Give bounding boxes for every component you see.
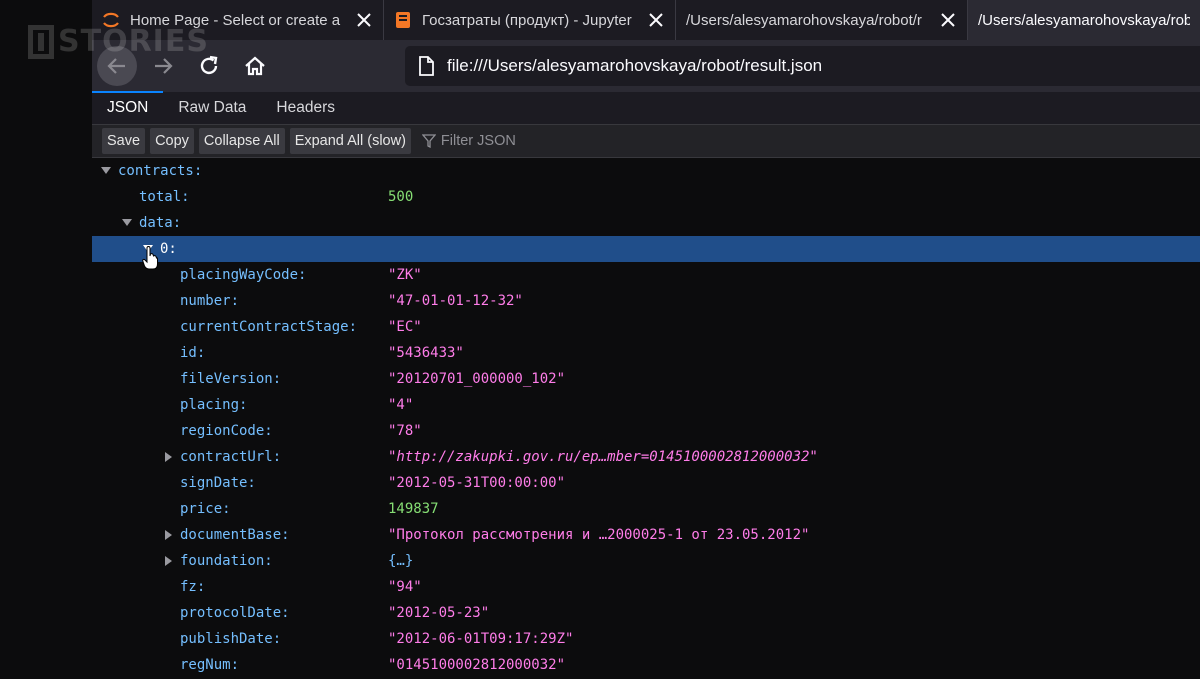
json-value: "5436433" — [388, 345, 464, 361]
tree-row-contract-url[interactable]: contractUrl: "http://zakupki.gov.ru/ep…mb… — [92, 444, 1200, 470]
json-viewer-tabs: JSON Raw Data Headers — [92, 91, 1200, 125]
json-key: number: — [180, 293, 240, 309]
tree-row-placing-way-code[interactable]: placingWayCode: "ZK" — [92, 262, 1200, 288]
expand-all-button[interactable]: Expand All (slow) — [289, 128, 411, 154]
navigation-toolbar: file:///Users/alesyamarohovskaya/robot/r… — [92, 40, 1200, 92]
copy-button[interactable]: Copy — [150, 128, 194, 154]
json-key: documentBase: — [180, 527, 290, 543]
collapsed-twisty-icon[interactable] — [164, 452, 174, 462]
home-icon — [245, 56, 265, 76]
json-tree: contracts: total: 500 data: 0: placingWa… — [92, 158, 1200, 679]
expanded-twisty-icon[interactable] — [101, 166, 111, 176]
istories-watermark: STORIES — [28, 24, 209, 59]
tab-title: Госзатраты (продукт) - Jupyter — [422, 11, 632, 29]
tree-row-file-version[interactable]: fileVersion: "20120701_000000_102" — [92, 366, 1200, 392]
json-key: currentContractStage: — [180, 319, 358, 335]
tree-row-id[interactable]: id: "5436433" — [92, 340, 1200, 366]
home-button[interactable] — [235, 46, 275, 86]
tree-row-fz[interactable]: fz: "94" — [92, 574, 1200, 600]
tree-row-current-contract-stage[interactable]: currentContractStage: "EC" — [92, 314, 1200, 340]
json-value: "http://zakupki.gov.ru/ep…mber=014510000… — [388, 449, 818, 465]
video-left-margin — [0, 0, 92, 679]
json-value: "2012-06-01T09:17:29Z" — [388, 631, 574, 647]
json-key: fz: — [180, 579, 206, 595]
json-key: signDate: — [180, 475, 256, 491]
url-text: file:///Users/alesyamarohovskaya/robot/r… — [447, 56, 823, 75]
tab-result-json-1[interactable]: /Users/alesyamarohovskaya/robot/r — [676, 0, 968, 40]
tab-result-json-active[interactable]: /Users/alesyamarohovskaya/robo — [968, 0, 1200, 40]
json-value: "ZK" — [388, 267, 422, 283]
json-value: 500 — [388, 189, 414, 205]
json-key: regNum: — [180, 657, 240, 673]
json-value: "0145100002812000032" — [388, 657, 566, 673]
filter-icon — [421, 134, 436, 148]
json-key: publishDate: — [180, 631, 282, 647]
tree-row-protocol-date[interactable]: protocolDate: "2012-05-23" — [92, 600, 1200, 626]
json-toolbar: Save Copy Collapse All Expand All (slow)… — [92, 125, 1200, 158]
json-key: price: — [180, 501, 231, 517]
json-key: contracts: — [118, 163, 203, 179]
tab-raw-data[interactable]: Raw Data — [163, 91, 261, 124]
tree-row-publish-date[interactable]: publishDate: "2012-06-01T09:17:29Z" — [92, 626, 1200, 652]
json-value: "4" — [388, 397, 414, 413]
tree-row-document-base[interactable]: documentBase: "Протокол рассмотрения и …2… — [92, 522, 1200, 548]
watermark-text: STORIES — [58, 24, 209, 59]
save-button[interactable]: Save — [102, 128, 146, 154]
tab-json[interactable]: JSON — [92, 91, 164, 124]
tree-row-number[interactable]: number: "47-01-01-12-32" — [92, 288, 1200, 314]
expanded-twisty-icon[interactable] — [122, 218, 132, 228]
tree-row-foundation[interactable]: foundation: {…} — [92, 548, 1200, 574]
hand-cursor-icon — [142, 246, 158, 270]
tree-row-item-0[interactable]: 0: — [92, 236, 1200, 262]
json-value: "2012-05-23" — [388, 605, 490, 621]
collapsed-twisty-icon[interactable] — [164, 556, 174, 566]
close-icon[interactable] — [647, 11, 665, 29]
json-value: "EC" — [388, 319, 422, 335]
browser-tab-strip: Home Page - Select or create a Госзатрат… — [92, 0, 1200, 40]
tree-row-reg-num[interactable]: regNum: "0145100002812000032" — [92, 652, 1200, 678]
json-key: foundation: — [180, 553, 273, 569]
collapsed-twisty-icon[interactable] — [164, 530, 174, 540]
notebook-icon — [394, 11, 412, 29]
json-key: placing: — [180, 397, 248, 413]
tree-row-price[interactable]: price: 149837 — [92, 496, 1200, 522]
filter-placeholder: Filter JSON — [440, 133, 516, 149]
json-key: 0: — [160, 241, 177, 257]
collapse-all-button[interactable]: Collapse All — [198, 128, 285, 154]
json-value: "47-01-01-12-32" — [388, 293, 523, 309]
json-key: contractUrl: — [180, 449, 282, 465]
url-bar[interactable]: file:///Users/alesyamarohovskaya/robot/r… — [405, 46, 1200, 86]
json-key: placingWayCode: — [180, 267, 307, 283]
close-icon[interactable] — [939, 11, 957, 29]
tab-title: /Users/alesyamarohovskaya/robo — [978, 11, 1190, 29]
json-key: regionCode: — [180, 423, 273, 439]
close-icon[interactable] — [355, 11, 373, 29]
page-icon — [419, 56, 434, 76]
json-key: total: — [139, 189, 190, 205]
json-key: id: — [180, 345, 206, 361]
json-value: 149837 — [388, 501, 439, 517]
tree-row-contracts[interactable]: contracts: — [92, 158, 1200, 184]
filter-json-input[interactable]: Filter JSON — [421, 133, 516, 149]
tab-headers[interactable]: Headers — [261, 91, 350, 124]
json-key: protocolDate: — [180, 605, 290, 621]
watermark-logo-icon — [28, 24, 54, 59]
json-value: "94" — [388, 579, 422, 595]
json-key: data: — [139, 215, 182, 231]
json-value: "20120701_000000_102" — [388, 371, 566, 387]
json-value: "Протокол рассмотрения и …2000025-1 от 2… — [388, 527, 810, 543]
tab-title: /Users/alesyamarohovskaya/robot/r — [686, 11, 922, 29]
tree-row-data[interactable]: data: — [92, 210, 1200, 236]
tree-row-region-code[interactable]: regionCode: "78" — [92, 418, 1200, 444]
tab-jupyter-notebook[interactable]: Госзатраты (продукт) - Jupyter — [384, 0, 676, 40]
json-value: {…} — [388, 553, 414, 569]
tree-row-sign-date[interactable]: signDate: "2012-05-31T00:00:00" — [92, 470, 1200, 496]
json-value: "78" — [388, 423, 422, 439]
json-value: "2012-05-31T00:00:00" — [388, 475, 566, 491]
json-key: fileVersion: — [180, 371, 282, 387]
tree-row-total[interactable]: total: 500 — [92, 184, 1200, 210]
tree-row-placing[interactable]: placing: "4" — [92, 392, 1200, 418]
